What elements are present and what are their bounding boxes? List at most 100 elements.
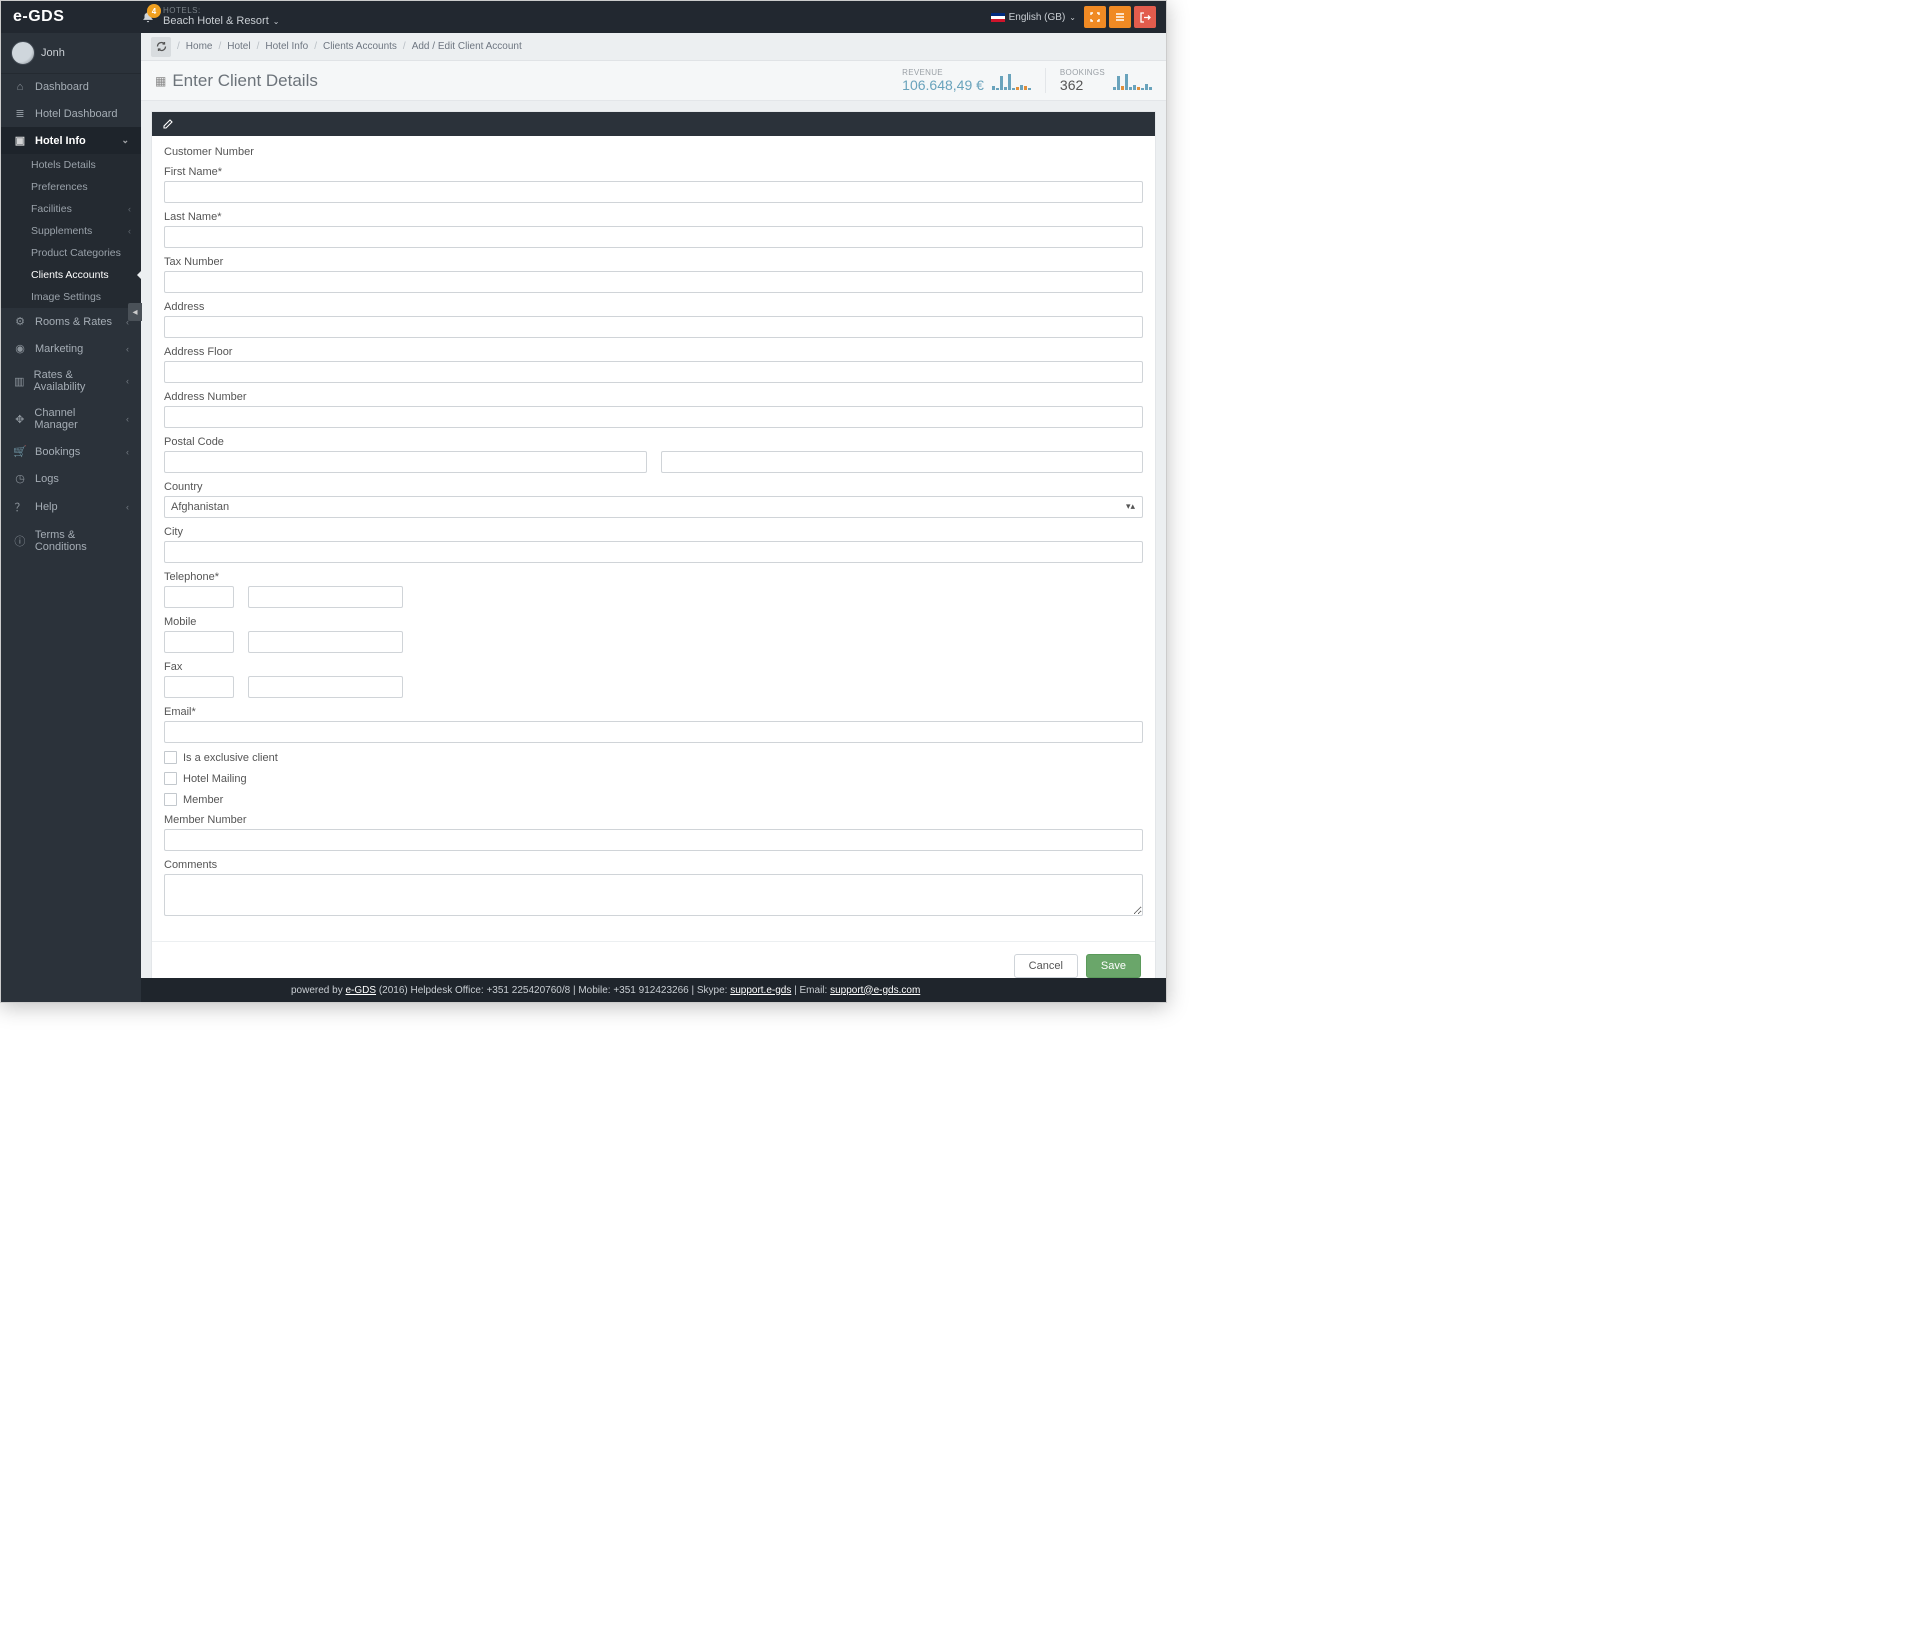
bookings-sparkline (1113, 72, 1152, 90)
bar-chart-icon: ▥ (13, 375, 26, 388)
label-comments: Comments (164, 859, 1143, 871)
input-postal-2[interactable] (661, 451, 1144, 473)
nav-help[interactable]: ？Help‹ (1, 492, 141, 522)
checkbox-exclusive[interactable]: Is a exclusive client (164, 751, 1143, 764)
breadcrumb-hotel-info[interactable]: Hotel Info (265, 41, 308, 52)
nav-hotel-info[interactable]: ▣Hotel Info⌄ (1, 127, 141, 154)
label-last-name: Last Name* (164, 211, 1143, 223)
revenue-sparkline (992, 72, 1031, 90)
breadcrumb-current: Add / Edit Client Account (412, 41, 522, 52)
language-selector[interactable]: English (GB) ⌄ (991, 12, 1076, 23)
hotel-name: Beach Hotel & Resort (163, 15, 269, 27)
input-telephone-code[interactable] (164, 586, 234, 608)
move-icon: ✥ (13, 413, 26, 426)
nav-logs[interactable]: ◷Logs (1, 465, 141, 492)
label-address-floor: Address Floor (164, 346, 1143, 358)
chevron-left-icon: ‹ (126, 447, 129, 457)
save-button[interactable]: Save (1086, 954, 1141, 978)
breadcrumb: / Home / Hotel / Hotel Info / Clients Ac… (141, 33, 1166, 61)
cart-icon: 🛒 (13, 445, 27, 458)
checkbox-hotel-mailing[interactable]: Hotel Mailing (164, 772, 1143, 785)
list-icon: ≣ (13, 107, 27, 120)
label-email: Email* (164, 706, 1143, 718)
input-mobile-number[interactable] (248, 631, 403, 653)
chevron-down-icon: ⌄ (273, 17, 280, 26)
footer-skype-link[interactable]: support.e-gds (730, 985, 791, 996)
checkbox-member[interactable]: Member (164, 793, 1143, 806)
subnav-clients-accounts[interactable]: Clients Accounts (1, 264, 141, 286)
input-fax-number[interactable] (248, 676, 403, 698)
footer-brand-link[interactable]: e-GDS (345, 985, 376, 996)
input-telephone-number[interactable] (248, 586, 403, 608)
input-city[interactable] (164, 541, 1143, 563)
checkbox-label: Is a exclusive client (183, 752, 278, 764)
nav-channel-manager[interactable]: ✥Channel Manager‹ (1, 400, 141, 438)
input-last-name[interactable] (164, 226, 1143, 248)
nav-bookings[interactable]: 🛒Bookings‹ (1, 438, 141, 465)
subnav-product-categories[interactable]: Product Categories (1, 242, 141, 264)
nav-marketing[interactable]: ◉Marketing‹ (1, 335, 141, 362)
subnav-facilities[interactable]: Facilities‹ (1, 198, 141, 220)
content: / Home / Hotel / Hotel Info / Clients Ac… (141, 33, 1166, 1002)
chevron-left-icon: ‹ (126, 502, 129, 512)
checkbox-label: Hotel Mailing (183, 773, 247, 785)
user-block[interactable]: Jonh (1, 33, 141, 74)
select-country[interactable]: Afghanistan (164, 496, 1143, 518)
footer-email-link[interactable]: support@e-gds.com (830, 985, 920, 996)
label-fax: Fax (164, 661, 1143, 673)
label-customer-number: Customer Number (164, 146, 1143, 158)
stat-revenue: REVENUE 106.648,49 € (888, 68, 1031, 93)
input-address-floor[interactable] (164, 361, 1143, 383)
subnav-image-settings[interactable]: Image Settings (1, 286, 141, 308)
input-address[interactable] (164, 316, 1143, 338)
subnav-preferences[interactable]: Preferences (1, 176, 141, 198)
hotel-selector[interactable]: HOTELS: Beach Hotel & Resort ⌄ (163, 7, 279, 27)
input-first-name[interactable] (164, 181, 1143, 203)
checkbox-box (164, 793, 177, 806)
subnav-hotels-details[interactable]: Hotels Details (1, 154, 141, 176)
home-icon: ⌂ (13, 81, 27, 93)
refresh-button[interactable] (151, 37, 171, 57)
fullscreen-button[interactable] (1084, 6, 1106, 28)
breadcrumb-home[interactable]: Home (186, 41, 213, 52)
nav-dashboard[interactable]: ⌂Dashboard (1, 74, 141, 100)
breadcrumb-clients-accounts[interactable]: Clients Accounts (323, 41, 397, 52)
sidebar: Jonh ⌂Dashboard ≣Hotel Dashboard ▣Hotel … (1, 33, 141, 1002)
label-postal-code: Postal Code (164, 436, 1143, 448)
nav-hotel-dashboard[interactable]: ≣Hotel Dashboard (1, 100, 141, 127)
chevron-down-icon: ⌄ (1069, 13, 1076, 22)
input-comments[interactable] (164, 874, 1143, 916)
chevron-down-icon: ⌄ (121, 135, 129, 146)
clock-icon: ◷ (13, 472, 27, 485)
label-first-name: First Name* (164, 166, 1143, 178)
input-address-number[interactable] (164, 406, 1143, 428)
stat-bookings: BOOKINGS 362 (1045, 68, 1152, 93)
input-email[interactable] (164, 721, 1143, 743)
logout-button[interactable] (1134, 6, 1156, 28)
label-address: Address (164, 301, 1143, 313)
input-tax-number[interactable] (164, 271, 1143, 293)
language-label: English (GB) (1009, 12, 1066, 23)
nav-rates-availability[interactable]: ▥Rates & Availability‹ (1, 362, 141, 400)
app-shell: e-GDS 4 HOTELS: Beach Hotel & Resort ⌄ E… (0, 0, 1167, 1003)
chevron-left-icon: ‹ (128, 204, 131, 214)
nav-terms[interactable]: ⓘTerms & Conditions (1, 522, 141, 560)
input-postal-1[interactable] (164, 451, 647, 473)
label-tax-number: Tax Number (164, 256, 1143, 268)
input-mobile-code[interactable] (164, 631, 234, 653)
logo: e-GDS (1, 8, 141, 26)
nav-rooms-rates[interactable]: ⚙Rooms & Rates‹ (1, 308, 141, 335)
menu-button[interactable] (1109, 6, 1131, 28)
input-fax-code[interactable] (164, 676, 234, 698)
notification-badge: 4 (147, 4, 161, 18)
chevron-left-icon: ‹ (126, 344, 129, 354)
sidebar-toggle[interactable]: ◂ (128, 303, 142, 321)
input-member-number[interactable] (164, 829, 1143, 851)
breadcrumb-hotel[interactable]: Hotel (227, 41, 250, 52)
avatar (11, 41, 35, 65)
gear-icon: ⚙ (13, 315, 27, 328)
cancel-button[interactable]: Cancel (1014, 954, 1078, 978)
subnav-supplements[interactable]: Supplements‹ (1, 220, 141, 242)
notification-bell[interactable]: 4 (141, 10, 155, 24)
target-icon: ◉ (13, 342, 27, 355)
